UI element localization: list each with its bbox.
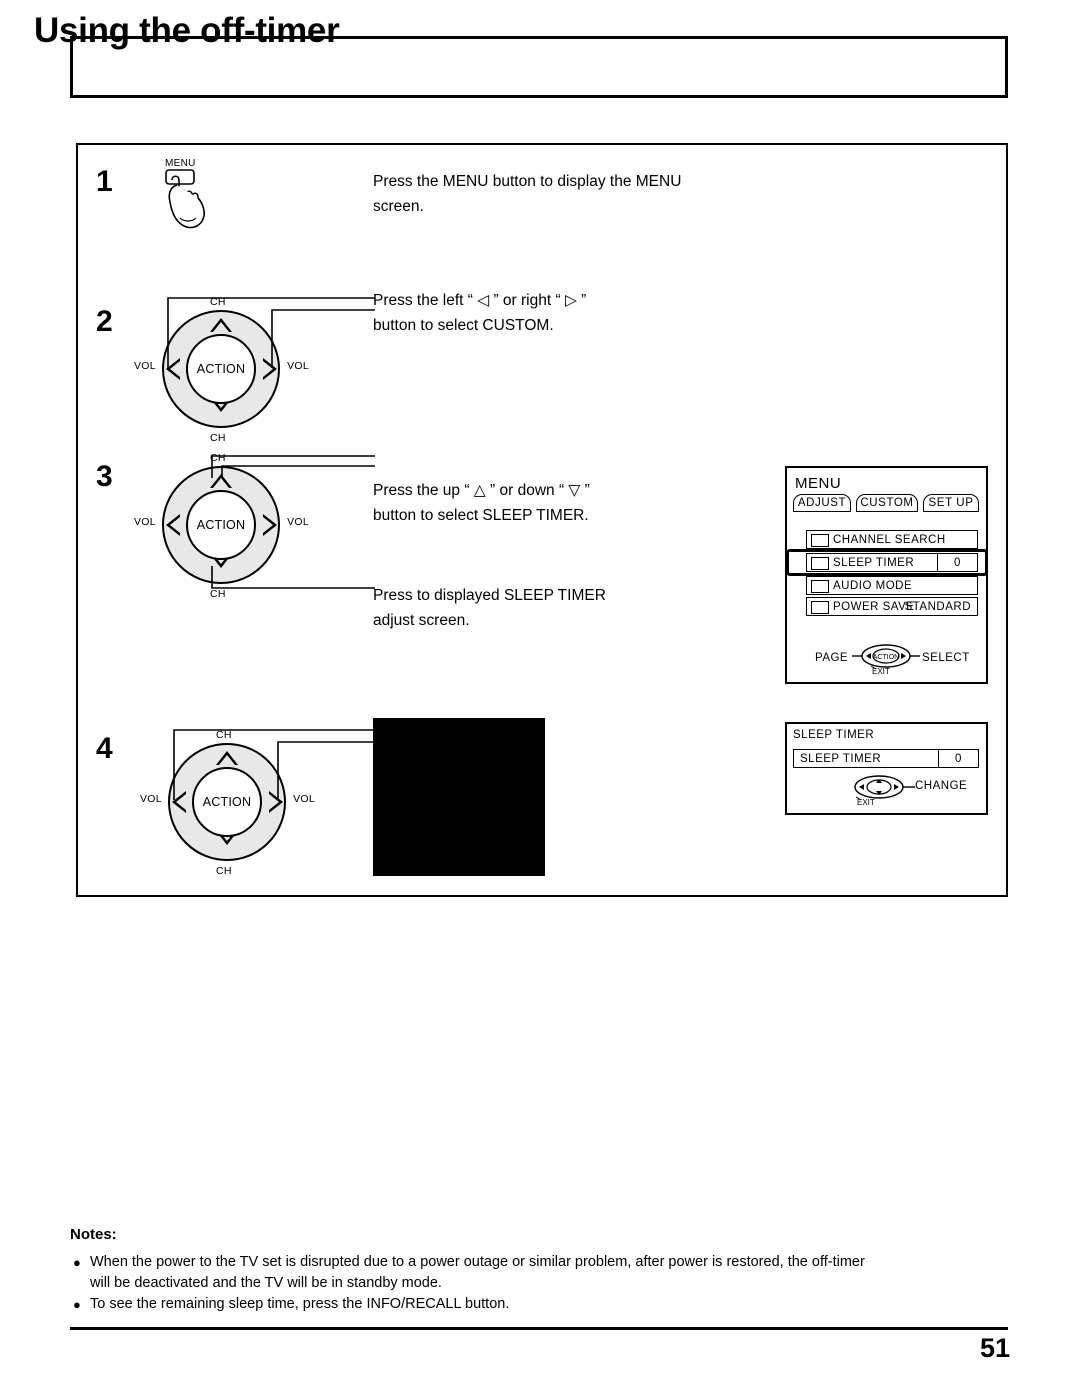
tab-adjust[interactable]: ADJUST bbox=[793, 494, 851, 512]
osd-row-value: 0 bbox=[938, 750, 978, 767]
note-bullet-1: ● bbox=[73, 1255, 81, 1270]
osd-sleep-action-pad-icon: EXIT bbox=[854, 775, 915, 807]
step-3-number: 3 bbox=[96, 460, 113, 493]
osd-sleep-title: SLEEP TIMER bbox=[793, 729, 875, 741]
svg-text:ACTION: ACTION bbox=[873, 654, 899, 661]
redaction-block bbox=[373, 718, 545, 876]
osd-row-sleep-timer-adjust[interactable]: SLEEP TIMER 0 bbox=[793, 749, 979, 768]
ch-down-label: CH bbox=[216, 865, 232, 877]
audio-mode-icon bbox=[811, 580, 829, 593]
footer-divider bbox=[70, 1327, 1008, 1330]
osd-menu-action-pad-icon: ACTION EXIT bbox=[852, 644, 920, 676]
step-4-number: 4 bbox=[96, 732, 113, 765]
step-3-text-line2: button to select SLEEP TIMER. bbox=[373, 507, 589, 524]
hand-press-icon bbox=[165, 169, 205, 229]
power-save-icon bbox=[811, 601, 829, 614]
step-2-text-line1: Press the left “ ◁ ” or right “ ▷ ” bbox=[373, 292, 587, 309]
vol-left-label: VOL bbox=[134, 360, 156, 372]
step-2-number: 2 bbox=[96, 305, 113, 338]
osd-menu-title: MENU bbox=[795, 475, 842, 492]
page-title: Using the off-timer bbox=[34, 11, 340, 50]
osd-row-label: SLEEP TIMER bbox=[800, 752, 882, 765]
step-3-text-line3: Press to displayed SLEEP TIMER bbox=[373, 587, 606, 604]
note-item-1-line2: will be deactivated and the TV will be i… bbox=[90, 1275, 442, 1291]
step-1-text-line1: Press the MENU button to display the MEN… bbox=[373, 173, 682, 190]
notes-heading: Notes: bbox=[70, 1226, 117, 1243]
note-item-1-line1: When the power to the TV set is disrupte… bbox=[90, 1254, 865, 1270]
osd-menu-footer-select: SELECT bbox=[922, 652, 970, 664]
osd-menu-footer-page: PAGE bbox=[815, 652, 849, 664]
page-number: 51 bbox=[979, 1333, 1010, 1363]
tab-custom[interactable]: CUSTOM bbox=[856, 494, 918, 512]
note-item-2: To see the remaining sleep time, press t… bbox=[90, 1296, 510, 1312]
sleep-timer-highlight bbox=[786, 549, 988, 576]
osd-row-channel-search[interactable]: CHANNEL SEARCH bbox=[806, 530, 978, 549]
channel-search-icon bbox=[811, 534, 829, 547]
step-1-number: 1 bbox=[96, 165, 113, 198]
tab-setup[interactable]: SET UP bbox=[923, 494, 979, 512]
step4-connector-lines bbox=[173, 729, 381, 800]
step-2-text-line2: button to select CUSTOM. bbox=[373, 317, 554, 334]
vol-left-label: VOL bbox=[140, 793, 162, 805]
osd-row-value: STANDARD bbox=[904, 600, 971, 613]
ch-down-label: CH bbox=[210, 432, 226, 444]
step2-connector-lines bbox=[167, 297, 375, 368]
step-3-text-line1: Press the up “ △ ” or down “ ▽ ” bbox=[373, 482, 590, 499]
step-3-text-line4: adjust screen. bbox=[373, 612, 470, 629]
note-bullet-2: ● bbox=[73, 1297, 81, 1312]
step-1-text-line2: screen. bbox=[373, 198, 424, 215]
osd-row-audio-mode[interactable]: AUDIO MODE bbox=[806, 576, 978, 595]
osd-sleep-footer-change: CHANGE bbox=[915, 780, 968, 792]
vol-left-label: VOL bbox=[134, 516, 156, 528]
osd-row-power-save[interactable]: POWER SAVE STANDARD bbox=[806, 597, 978, 616]
step3-connector-lines bbox=[211, 455, 375, 589]
